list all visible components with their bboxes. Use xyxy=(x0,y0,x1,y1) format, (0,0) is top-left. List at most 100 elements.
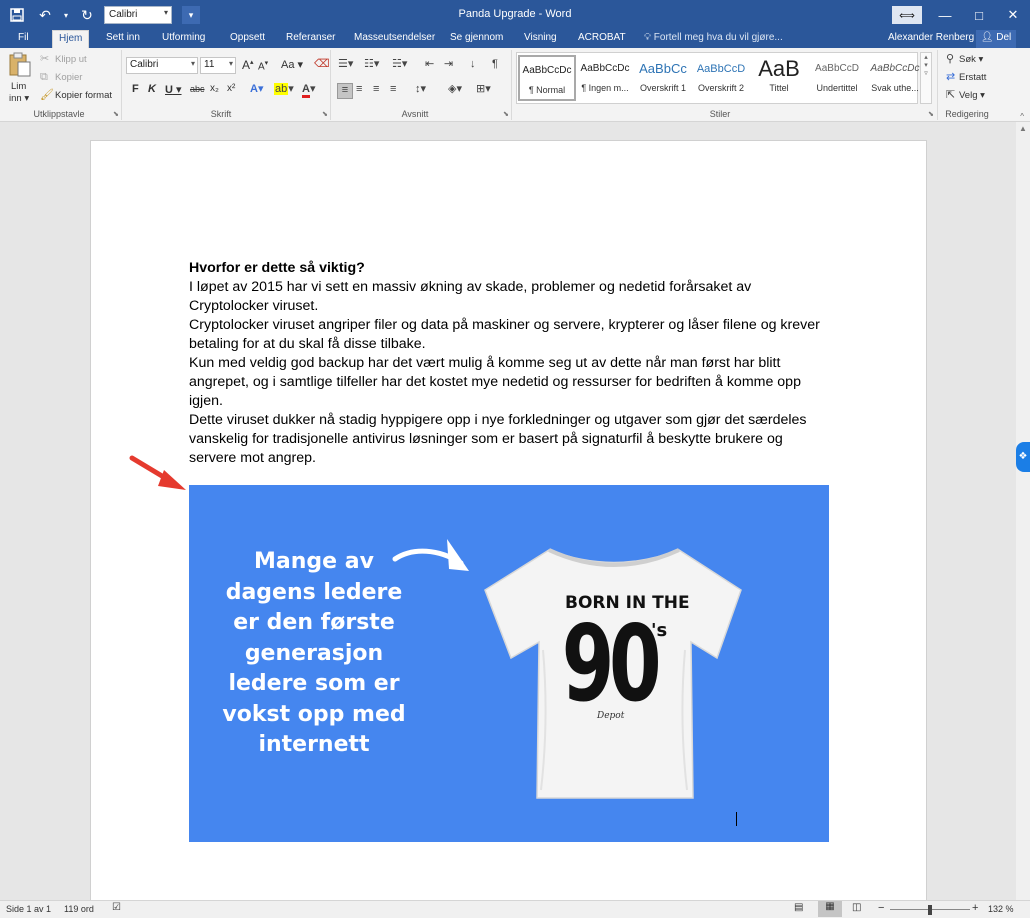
superscript-button[interactable]: x² xyxy=(227,83,235,94)
ribbon-display-options-button[interactable]: ⟺ xyxy=(892,6,922,24)
shading-icon[interactable]: ◈▾ xyxy=(448,83,462,95)
document-page[interactable]: Hvorfor er dette så viktig? I løpet av 2… xyxy=(90,140,927,900)
style-heading-1[interactable]: AaBbCc Overskrift 1 xyxy=(634,55,692,101)
share-button[interactable]: 👤︎ Del xyxy=(976,30,1016,48)
style-normal[interactable]: AaBbCcDc ¶ Normal xyxy=(518,55,576,101)
numbering-icon[interactable]: ☷▾ xyxy=(364,58,379,70)
zoom-in-button[interactable]: + xyxy=(972,902,978,914)
show-formatting-icon[interactable]: ¶ xyxy=(492,58,498,70)
tab-utforming[interactable]: Utforming xyxy=(156,30,211,48)
sort-icon[interactable]: ↓ xyxy=(470,58,476,70)
text-cursor xyxy=(736,812,737,826)
borders-icon[interactable]: ⊞▾ xyxy=(476,83,491,95)
increase-indent-icon[interactable]: ⇥ xyxy=(444,58,453,70)
multilevel-list-icon[interactable]: ☵▾ xyxy=(392,58,407,70)
document-body[interactable]: Hvorfor er dette så viktig? I løpet av 2… xyxy=(189,259,829,468)
font-size-field[interactable]: 11 ▾ xyxy=(200,57,236,74)
close-button[interactable]: ✕ xyxy=(996,0,1030,30)
scroll-up-icon[interactable]: ▲ xyxy=(1019,124,1027,133)
minimize-button[interactable]: — xyxy=(928,0,962,30)
tab-fil[interactable]: Fil xyxy=(12,30,35,48)
zoom-slider-thumb[interactable] xyxy=(928,905,932,915)
tell-me-search[interactable]: 💡︎ Fortell meg hva du vil gjøre... xyxy=(644,30,783,48)
style-subtitle[interactable]: AaBbCcD Undertittel xyxy=(808,55,866,101)
select-button[interactable]: Velg ▾ xyxy=(959,90,985,101)
clipboard-launcher-icon[interactable]: ⬊ xyxy=(113,110,119,118)
style-subtle-emphasis[interactable]: AaBbCcDc Svak uthe... xyxy=(866,55,924,101)
tab-acrobat[interactable]: ACROBAT xyxy=(572,30,632,48)
line-spacing-icon[interactable]: ↕▾ xyxy=(415,83,426,95)
subscript-button[interactable]: x₂ xyxy=(210,83,219,94)
page-count[interactable]: Side 1 av 1 xyxy=(6,904,51,914)
maximize-button[interactable]: □ xyxy=(962,0,996,30)
tab-hjem[interactable]: Hjem xyxy=(52,30,90,48)
chevron-down-icon: ▾ xyxy=(228,59,233,68)
styles-gallery-scroll[interactable]: ▴ ▾ ▿ xyxy=(920,52,932,104)
shrink-font-button[interactable]: A▾ xyxy=(258,59,268,72)
style-sample: AaBbCcDc xyxy=(870,63,920,74)
font-color-icon[interactable]: A▾ xyxy=(302,83,315,98)
font-launcher-icon[interactable]: ⬊ xyxy=(322,110,328,118)
highlight-icon[interactable]: ab▾ xyxy=(274,83,294,95)
select-cursor-icon: ⇱ xyxy=(946,89,956,101)
read-mode-icon[interactable]: ▤ xyxy=(794,902,803,913)
paragraph-launcher-icon[interactable]: ⬊ xyxy=(503,110,509,118)
style-no-spacing[interactable]: AaBbCcDc ¶ Ingen m... xyxy=(576,55,634,101)
decrease-indent-icon[interactable]: ⇤ xyxy=(425,58,434,70)
tab-referanser[interactable]: Referanser xyxy=(280,30,341,48)
image-caption-line: generasjon xyxy=(244,640,384,666)
tab-oppsett[interactable]: Oppsett xyxy=(224,30,271,48)
tab-se-gjennom[interactable]: Se gjennom xyxy=(444,30,509,48)
document-line: betaling for at du skal få disse tilbake… xyxy=(189,336,426,352)
style-heading-2[interactable]: AaBbCcD Overskrift 2 xyxy=(692,55,750,101)
image-caption-line: internett xyxy=(258,732,370,757)
tab-sett-inn[interactable]: Sett inn xyxy=(100,30,146,48)
user-name[interactable]: Alexander Renberg xyxy=(888,30,974,48)
styles-launcher-icon[interactable]: ⬊ xyxy=(928,110,934,118)
style-sample: AaBbCc xyxy=(639,61,687,76)
vertical-scrollbar[interactable]: ▲ xyxy=(1016,122,1030,900)
document-heading: Hvorfor er dette så viktig? xyxy=(189,260,365,276)
clear-formatting-icon[interactable]: ⌫ xyxy=(314,58,330,70)
style-title[interactable]: AaB Tittel xyxy=(750,55,808,101)
align-left-icon[interactable]: ≡ xyxy=(337,83,353,99)
change-case-button[interactable]: Aa ▾ xyxy=(281,58,303,71)
align-center-icon[interactable]: ≡ xyxy=(356,83,362,95)
zoom-level[interactable]: 132 % xyxy=(988,904,1014,914)
bullets-icon[interactable]: ☰▾ xyxy=(338,58,353,70)
grow-font-button[interactable]: A▴ xyxy=(242,58,254,72)
print-layout-icon[interactable]: ▦ xyxy=(818,901,842,917)
copy-button[interactable]: Kopier xyxy=(55,72,82,83)
font-name-field[interactable]: Calibri ▾ xyxy=(126,57,198,74)
underline-button[interactable]: U ▾ xyxy=(165,83,182,96)
italic-button[interactable]: K xyxy=(148,83,156,95)
proofing-icon[interactable]: ☑ xyxy=(112,902,121,913)
format-painter-button[interactable]: Kopier format xyxy=(55,90,112,101)
word-count[interactable]: 119 ord xyxy=(64,904,94,914)
document-line: Cryptolocker viruset. xyxy=(189,298,319,314)
window-title: Panda Upgrade - Word xyxy=(458,8,572,20)
style-name: Tittel xyxy=(769,83,789,93)
cut-button[interactable]: Klipp ut xyxy=(55,54,87,65)
align-right-icon[interactable]: ≡ xyxy=(373,83,379,95)
replace-button[interactable]: Erstatt xyxy=(959,72,986,83)
style-name: Overskrift 2 xyxy=(697,83,744,93)
collapse-ribbon-icon[interactable]: ^ xyxy=(1020,112,1024,121)
curved-arrow-icon xyxy=(392,539,469,571)
red-arrow-icon xyxy=(129,455,186,490)
strikethrough-button[interactable]: abc xyxy=(190,84,205,94)
dropbox-icon[interactable]: ❖ xyxy=(1016,442,1030,472)
tab-masseutsendelser[interactable]: Masseutsendelser xyxy=(348,30,441,48)
style-sample: AaBbCcD xyxy=(815,63,859,74)
web-layout-icon[interactable]: ◫ xyxy=(852,902,861,913)
bold-button[interactable]: F xyxy=(132,83,139,95)
replace-icon: ⇄ xyxy=(946,71,956,83)
justify-icon[interactable]: ≡ xyxy=(390,83,396,95)
document-line: angrepet, og i samtlige tilfeller har de… xyxy=(189,374,801,390)
text-effects-icon[interactable]: A▾ xyxy=(250,83,263,95)
inserted-image[interactable]: Mange av dagens ledere er den første gen… xyxy=(189,485,829,842)
t-shirt-image: BORN IN THE 90 's Depot xyxy=(484,548,742,799)
tab-visning[interactable]: Visning xyxy=(518,30,563,48)
zoom-out-button[interactable]: − xyxy=(878,902,884,914)
find-button[interactable]: Søk ▾ xyxy=(959,54,983,65)
